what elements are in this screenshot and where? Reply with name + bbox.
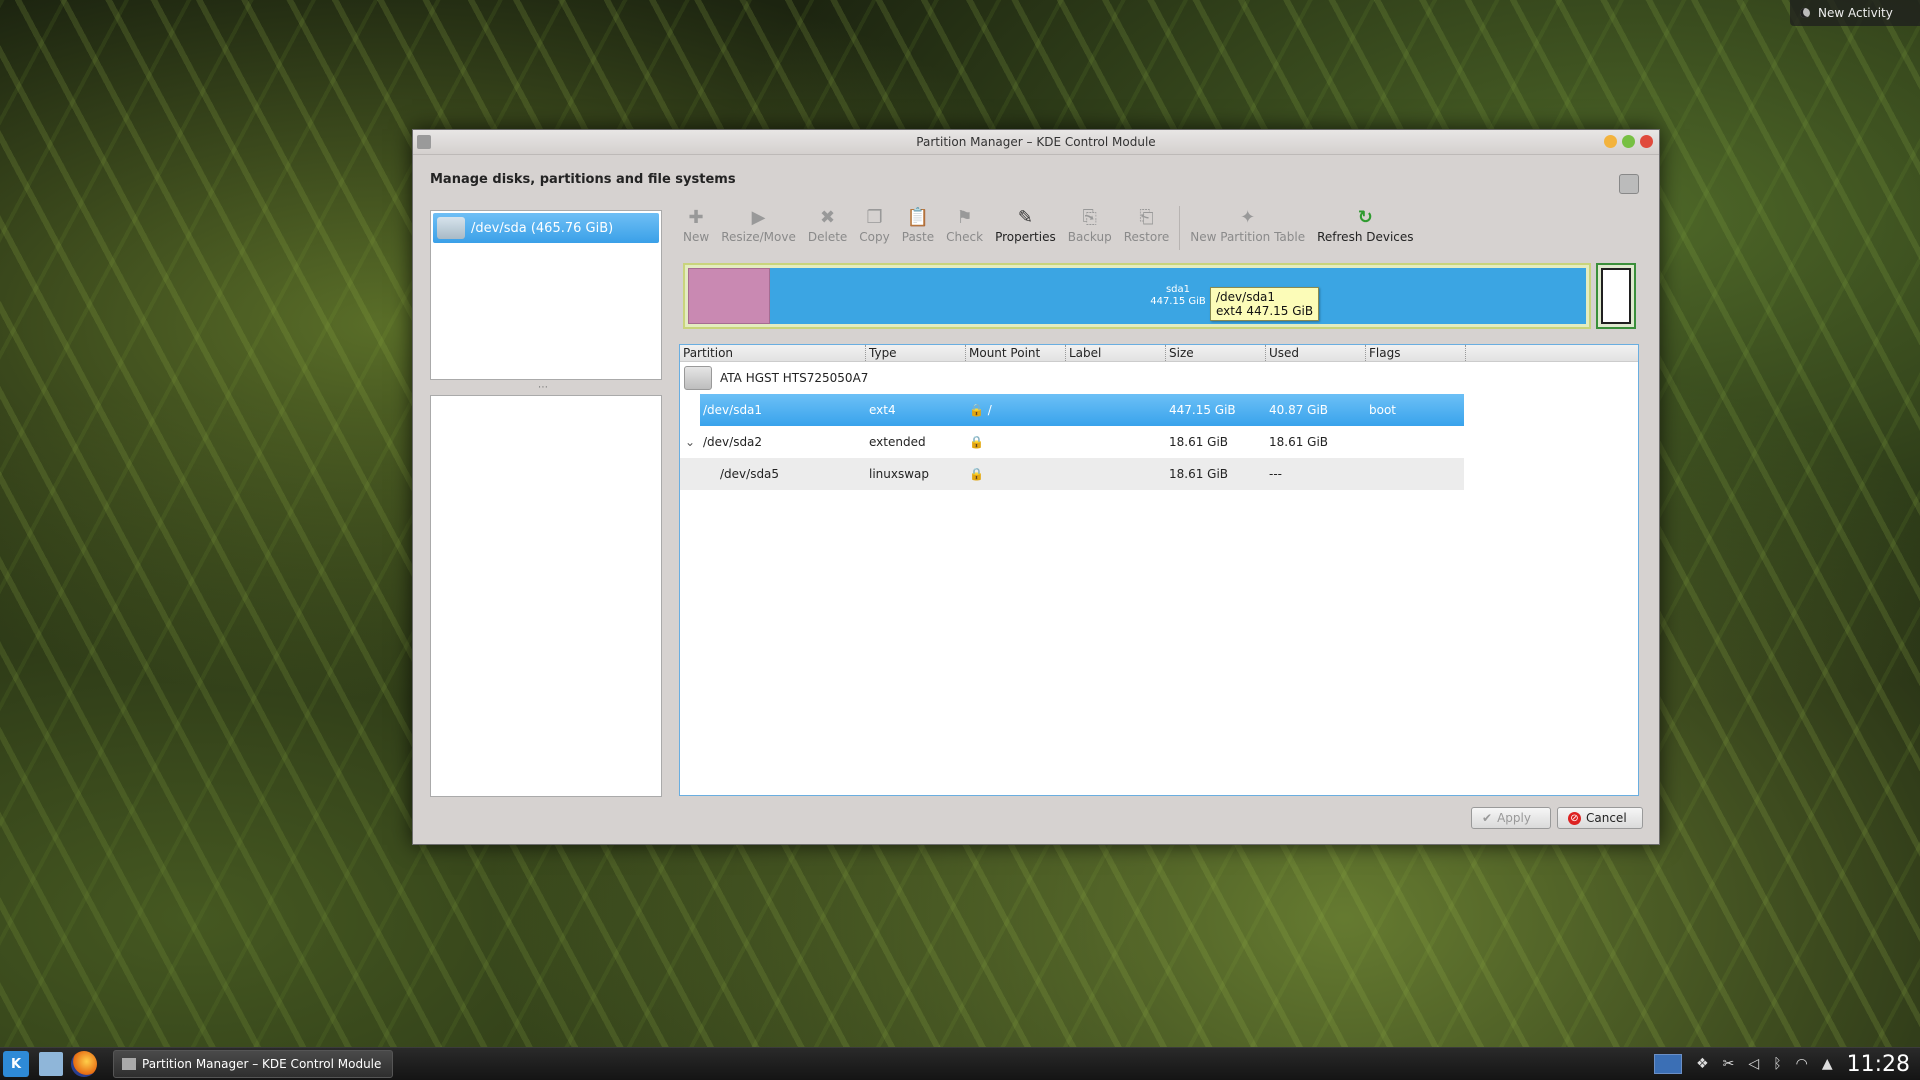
check-icon: ✔	[1482, 811, 1493, 825]
lock-icon: 🔒	[969, 403, 984, 417]
title-bar[interactable]: Partition Manager – KDE Control Module	[413, 130, 1659, 155]
tray-expand-icon[interactable]: ▲	[1822, 1056, 1833, 1072]
resize-move-icon: ▶	[751, 206, 766, 228]
device-list: /dev/sda (465.76 GiB)	[430, 210, 662, 380]
lock-icon: 🔒	[969, 435, 984, 449]
toolbar: ✚ New ▶ Resize/Move ✖ Delete ❐ Copy 📋 Paste ⚑…	[677, 206, 1420, 254]
partition-bar-graph: sda1 447.15 GiB	[683, 263, 1591, 329]
app-icon[interactable]	[417, 135, 431, 149]
col-partition[interactable]: Partition	[680, 345, 866, 361]
copy-button[interactable]: ❐ Copy	[853, 206, 895, 245]
kde-menu-icon[interactable]: K	[3, 1051, 29, 1077]
apply-button[interactable]: ✔ Apply	[1471, 807, 1551, 829]
paste-button[interactable]: 📋 Paste	[896, 206, 940, 245]
check-flag-icon: ⚑	[956, 206, 973, 228]
hard-disk-icon	[684, 366, 712, 390]
partition-table: Partition Type Mount Point Label Size Us…	[679, 344, 1639, 796]
refresh-icon: ↻	[1357, 206, 1373, 228]
new-activity-button[interactable]: New Activity	[1790, 0, 1920, 26]
col-used[interactable]: Used	[1266, 345, 1366, 361]
delete-icon: ✖	[820, 206, 836, 228]
wifi-icon[interactable]: ◠	[1796, 1056, 1808, 1072]
window-icon	[122, 1058, 136, 1070]
cancel-button[interactable]: ⊘ Cancel	[1557, 807, 1643, 829]
minimize-button[interactable]	[1604, 135, 1617, 148]
partition-bar-size: 447.15 GiB	[1150, 296, 1206, 307]
new-partition-table-button[interactable]: ✦ New Partition Table	[1184, 206, 1311, 245]
backup-icon: ⎘	[1082, 206, 1097, 228]
resize-move-button[interactable]: ▶ Resize/Move	[715, 206, 802, 245]
clock[interactable]: 11:28	[1847, 1052, 1910, 1077]
device-item-label: /dev/sda (465.76 GiB)	[471, 220, 614, 236]
restore-button[interactable]: ⎗ Restore	[1118, 206, 1176, 245]
backup-button[interactable]: ⎘ Backup	[1062, 206, 1118, 245]
dropbox-icon[interactable]: ❖	[1696, 1056, 1709, 1072]
disk-label: ATA HGST HTS725050A7	[720, 371, 869, 385]
toolbar-separator	[1179, 206, 1181, 250]
partition-bar-used[interactable]	[688, 268, 770, 324]
activity-icon	[1800, 8, 1810, 18]
partition-bar-label: sda1	[1165, 284, 1191, 295]
copy-icon: ❐	[866, 206, 883, 228]
disk-row[interactable]: ATA HGST HTS725050A7	[680, 362, 1638, 394]
table-header: Partition Type Mount Point Label Size Us…	[680, 345, 1638, 362]
restore-icon: ⎗	[1139, 206, 1154, 228]
lock-icon: 🔒	[969, 467, 984, 481]
file-manager-icon[interactable]	[39, 1052, 63, 1076]
bluetooth-icon[interactable]: ᛒ	[1773, 1056, 1781, 1072]
klipper-icon[interactable]: ✂	[1723, 1056, 1735, 1072]
partition-bar-extended[interactable]	[1596, 263, 1636, 329]
col-flags[interactable]: Flags	[1366, 345, 1466, 361]
table-row[interactable]: /dev/sda5 linuxswap 🔒 18.61 GiB ---	[680, 458, 1464, 490]
partition-bar-sda5[interactable]	[1601, 268, 1631, 324]
delete-button[interactable]: ✖ Delete	[802, 206, 853, 245]
firefox-icon[interactable]	[71, 1051, 97, 1077]
partition-manager-window: Partition Manager – KDE Control Module M…	[412, 129, 1660, 845]
properties-icon: ✎	[1017, 206, 1033, 228]
table-row[interactable]: ⌄ /dev/sda2 extended 🔒 18.61 GiB 18.61 G…	[680, 426, 1638, 458]
cancel-icon: ⊘	[1568, 811, 1581, 825]
device-item-sda[interactable]: /dev/sda (465.76 GiB)	[433, 213, 659, 243]
check-button[interactable]: ⚑ Check	[940, 206, 989, 245]
hard-disk-icon	[437, 217, 465, 239]
properties-button[interactable]: ✎ Properties	[989, 206, 1062, 245]
table-row[interactable]: /dev/sda1 ext4 🔒 / 447.15 GiB 40.87 GiB …	[700, 394, 1464, 426]
paste-icon: 📋	[906, 206, 930, 228]
refresh-devices-button[interactable]: ↻ Refresh Devices	[1311, 206, 1419, 245]
close-button[interactable]	[1640, 135, 1653, 148]
maximize-button[interactable]	[1622, 135, 1635, 148]
new-partition-icon: ✚	[688, 206, 704, 228]
taskbar-task-partition-manager[interactable]: Partition Manager – KDE Control Module	[113, 1050, 393, 1078]
window-title: Partition Manager – KDE Control Module	[916, 135, 1156, 149]
show-desktop-icon[interactable]	[1654, 1054, 1683, 1074]
activity-label: New Activity	[1818, 6, 1893, 20]
taskbar: K Partition Manager – KDE Control Module…	[0, 1047, 1920, 1080]
col-size[interactable]: Size	[1166, 345, 1266, 361]
col-label[interactable]: Label	[1066, 345, 1166, 361]
partition-tooltip: /dev/sda1 ext4 447.15 GiB	[1210, 287, 1320, 321]
col-mount-point[interactable]: Mount Point	[966, 345, 1066, 361]
col-type[interactable]: Type	[866, 345, 966, 361]
splitter-handle[interactable]: ⋯	[538, 382, 548, 393]
module-heading: Manage disks, partitions and file system…	[430, 172, 736, 187]
info-pane	[430, 395, 662, 797]
new-button[interactable]: ✚ New	[677, 206, 715, 245]
partition-bar-sda1[interactable]: sda1 447.15 GiB	[770, 268, 1586, 324]
help-icon[interactable]	[1619, 174, 1639, 194]
partition-table-icon: ✦	[1240, 206, 1256, 228]
expand-chevron-icon[interactable]: ⌄	[680, 435, 700, 449]
system-tray: ❖ ✂ ◁ ᛒ ◠ ▲ 11:28	[1654, 1052, 1910, 1077]
volume-icon[interactable]: ◁	[1748, 1056, 1759, 1072]
